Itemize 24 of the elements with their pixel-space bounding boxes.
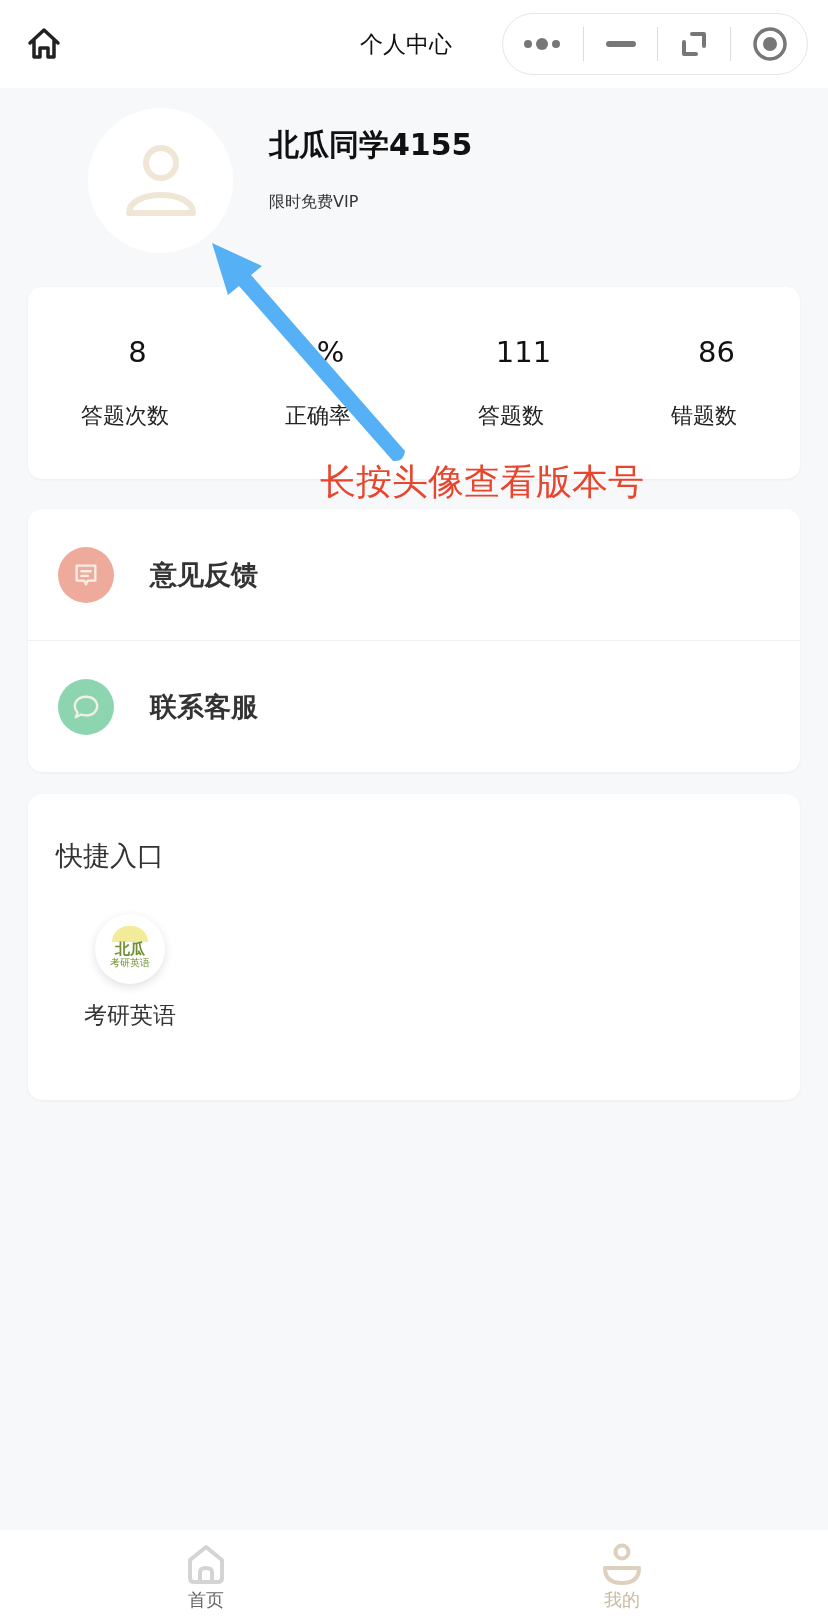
stat-value: 8: [127, 335, 147, 369]
minimize-icon[interactable]: [605, 40, 636, 48]
stat-label: 答题次数: [80, 402, 169, 430]
annotation-text: 长按头像查看版本号: [320, 462, 644, 502]
stat-value: 86: [697, 335, 735, 369]
more-icon[interactable]: [521, 37, 562, 51]
stat-value: %: [315, 335, 345, 369]
user-name: 北瓜同学4155: [269, 125, 473, 164]
stat-label: 答题数: [477, 402, 544, 430]
expand-icon[interactable]: [680, 30, 709, 58]
stat-label: 错题数: [670, 402, 737, 430]
page-title: 个人中心: [360, 29, 452, 59]
section-title: 快捷入口: [56, 839, 164, 873]
menu-item[interactable]: 联系客服: [28, 640, 800, 772]
membership-label: 限时免费VIP: [269, 191, 359, 213]
close-icon[interactable]: [752, 26, 789, 62]
stat-label: 正确率: [284, 402, 351, 430]
home-icon: [186, 1542, 226, 1586]
tab[interactable]: 首页: [186, 1530, 226, 1624]
app-logo: 北瓜 考研英语: [95, 914, 165, 984]
shortcut-item[interactable]: 北瓜 考研英语 考研英语: [84, 914, 176, 1031]
stat-value: 111: [494, 335, 552, 369]
person-icon: [602, 1542, 642, 1586]
menu-item[interactable]: 意见反馈: [28, 509, 800, 640]
